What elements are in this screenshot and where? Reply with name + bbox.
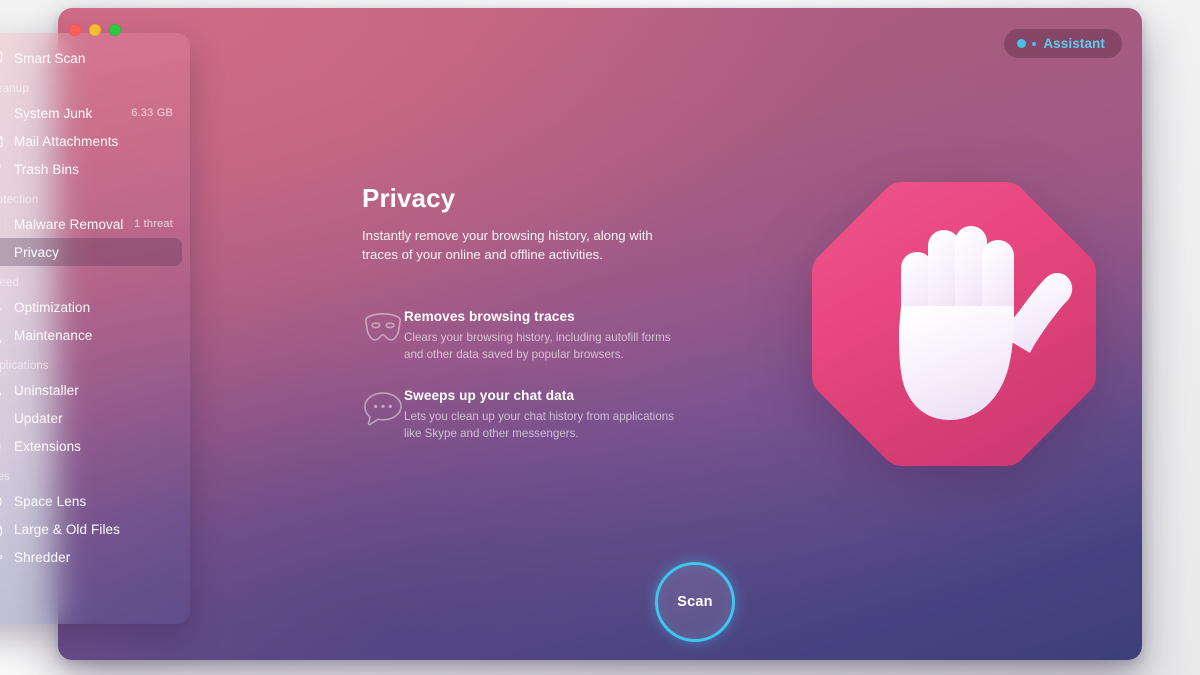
- planet-icon: [0, 492, 4, 511]
- assistant-button[interactable]: Assistant: [1004, 29, 1122, 58]
- minimize-button[interactable]: [89, 24, 101, 36]
- scan-button[interactable]: Scan: [655, 562, 735, 642]
- feature-description: Lets you clean up your chat history from…: [404, 410, 675, 440]
- page-title: Privacy: [362, 183, 456, 213]
- sidebar-item-label: Large & Old Files: [14, 521, 120, 537]
- sidebar-item-badge: 6.33 GB: [131, 107, 173, 119]
- hand-icon: [0, 243, 4, 262]
- sidebar-item-label: Malware Removal: [14, 216, 124, 232]
- traffic-lights: [69, 24, 121, 36]
- feature-title: Removes browsing traces: [404, 309, 575, 325]
- refresh-icon: [0, 409, 4, 428]
- sidebar-section-speed: Speed: [0, 277, 20, 289]
- app-window: Assistant Privacy Instantly remove your …: [58, 8, 1142, 660]
- sidebar-item-label: Updater: [14, 410, 63, 426]
- sidebar-section-cleanup: Cleanup: [0, 83, 29, 95]
- sidebar: Smart Scan Cleanup System Junk 6.33 GB Mail …: [0, 33, 190, 624]
- brush-icon: [0, 104, 4, 123]
- sidebar-item-system-junk[interactable]: System Junk 6.33 GB: [0, 99, 182, 127]
- sidebar-item-optimization[interactable]: Optimization: [0, 293, 182, 321]
- wrench-icon: [0, 326, 4, 345]
- sidebar-item-label: Uninstaller: [14, 382, 79, 398]
- zoom-button[interactable]: [109, 24, 121, 36]
- sidebar-section-files: Files: [0, 471, 11, 483]
- page-subtitle: Instantly remove your browsing history, …: [362, 228, 653, 262]
- sidebar-section-protection: Protection: [0, 194, 39, 206]
- shredder-icon: [0, 548, 4, 567]
- feature-row: Sweeps up your chat data Lets you clean u…: [362, 388, 722, 443]
- puzzle-icon: [0, 437, 4, 456]
- sidebar-item-label: Shredder: [14, 549, 71, 565]
- sidebar-item-maintenance[interactable]: Maintenance: [0, 321, 182, 349]
- stop-hand-octagon-icon: [806, 176, 1102, 472]
- sidebar-item-trash-bins[interactable]: Trash Bins: [0, 155, 182, 183]
- feature-list: Removes browsing traces Clears your brows…: [362, 309, 722, 442]
- trash-icon: [0, 160, 4, 179]
- envelope-icon: [0, 132, 4, 151]
- sidebar-section-applications: Applications: [0, 360, 49, 372]
- sidebar-item-label: Trash Bins: [14, 161, 80, 177]
- feature-row: Removes browsing traces Clears your brows…: [362, 309, 722, 364]
- sidebar-item-mail-attachments[interactable]: Mail Attachments: [0, 127, 182, 155]
- sidebar-item-space-lens[interactable]: Space Lens: [0, 487, 182, 515]
- feature-description: Clears your browsing history, including …: [404, 331, 671, 362]
- assistant-dot-large-icon: [1017, 39, 1027, 48]
- mask-icon: [362, 311, 404, 345]
- monitor-icon: [0, 49, 4, 68]
- privacy-info-block: Privacy Instantly remove your browsing h…: [362, 183, 722, 443]
- sidebar-item-malware-removal[interactable]: Malware Removal 1 threat: [0, 210, 182, 238]
- close-button[interactable]: [69, 24, 81, 36]
- sidebar-item-label: Smart Scan: [14, 50, 86, 66]
- folder-icon: [0, 520, 4, 539]
- feature-text: Sweeps up your chat data Lets you clean u…: [404, 388, 722, 443]
- sidebar-item-label: Privacy: [14, 244, 59, 260]
- chat-bubble-icon: [362, 390, 404, 428]
- sidebar-item-shredder[interactable]: Shredder: [0, 543, 182, 571]
- biohazard-icon: [0, 215, 4, 234]
- main-content: Privacy Instantly remove your browsing h…: [248, 8, 1142, 660]
- sidebar-item-label: System Junk: [14, 105, 93, 121]
- sidebar-item-label: Space Lens: [14, 493, 87, 509]
- sidebar-item-privacy[interactable]: Privacy: [0, 238, 182, 266]
- sidebar-item-badge: 1 threat: [134, 218, 173, 230]
- sidebar-item-label: Extensions: [14, 438, 82, 454]
- sidebar-item-label: Optimization: [14, 299, 91, 315]
- assistant-dot-small-icon: [1032, 41, 1037, 46]
- scan-label: Scan: [677, 594, 713, 610]
- feature-title: Sweeps up your chat data: [404, 388, 575, 404]
- sidebar-item-label: Maintenance: [14, 327, 93, 343]
- sidebar-item-smart-scan[interactable]: Smart Scan: [0, 44, 182, 72]
- sidebar-item-label: Mail Attachments: [14, 133, 119, 149]
- sidebar-item-large-old-files[interactable]: Large & Old Files: [0, 515, 182, 543]
- sliders-icon: [0, 298, 4, 317]
- feature-text: Removes browsing traces Clears your brows…: [404, 309, 722, 364]
- assistant-label: Assistant: [1043, 36, 1105, 51]
- sidebar-item-updater[interactable]: Updater: [0, 404, 182, 432]
- sidebar-item-extensions[interactable]: Extensions: [0, 432, 182, 460]
- sidebar-item-uninstaller[interactable]: Uninstaller: [0, 376, 182, 404]
- app-tree-icon: [0, 381, 4, 400]
